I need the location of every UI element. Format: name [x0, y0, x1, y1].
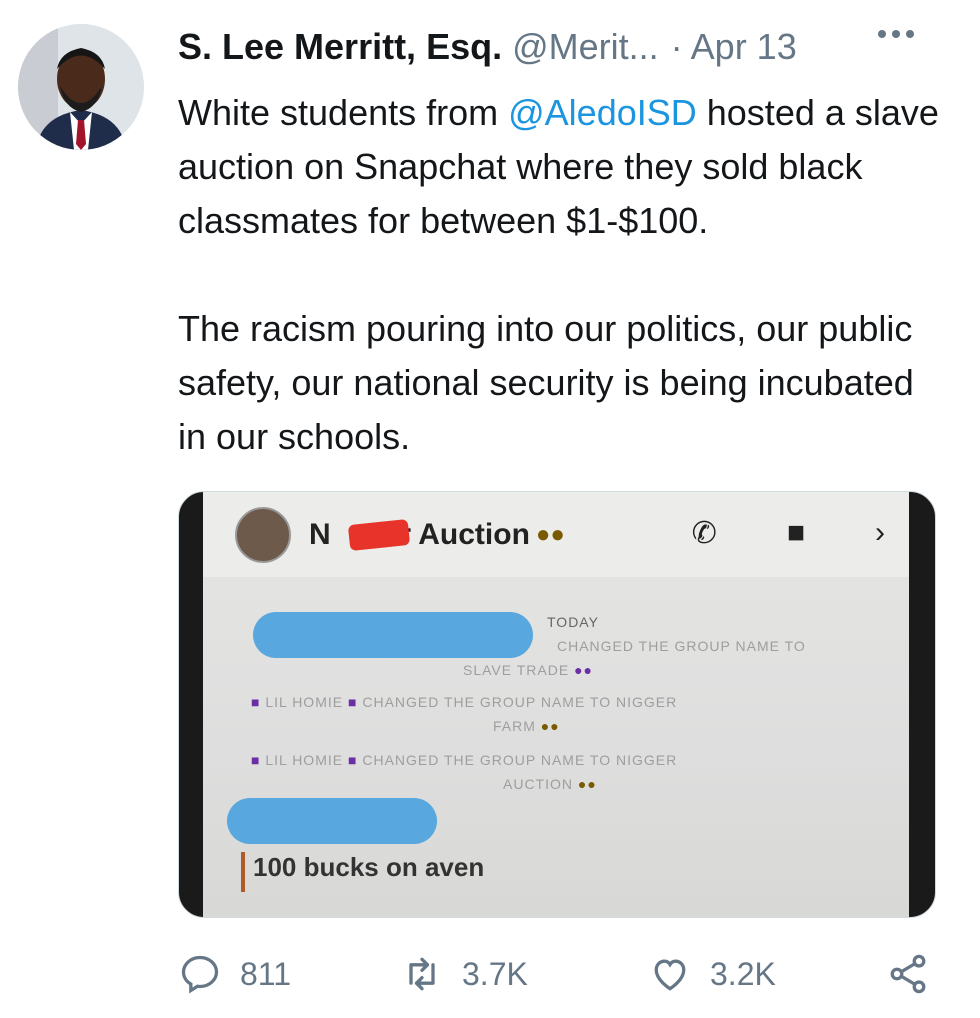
- retweet-count: 3.7K: [462, 955, 528, 992]
- redaction-mark: [347, 518, 411, 551]
- tweet-text-segment: White students from: [178, 92, 509, 133]
- tweet-media-image[interactable]: Ner Auction ●● ✆ ■ › TODAY CHANGED THE G…: [178, 491, 936, 918]
- chat-avatar: [235, 506, 291, 563]
- system-notice: AUCTION ●●: [503, 776, 597, 792]
- emoji-icon: ■: [347, 694, 358, 710]
- emoji-icon: ■: [251, 694, 261, 710]
- more-dot: [878, 30, 886, 38]
- emoji-icon: ■: [251, 752, 261, 768]
- heart-icon: [654, 959, 686, 991]
- share-button[interactable]: [886, 950, 930, 998]
- more-icon[interactable]: [878, 30, 914, 38]
- redaction-bar: [253, 612, 533, 658]
- emoji-icon: ●●: [577, 776, 597, 792]
- chat-title-start: N: [309, 517, 331, 551]
- system-notice: SLAVE TRADE ●●: [463, 662, 593, 678]
- tweet-text: White students from @AledoISD hosted a s…: [178, 86, 948, 464]
- message-marker: [241, 852, 245, 892]
- emoji-icon: ●●: [540, 718, 560, 734]
- tweet-paragraph-1: White students from @AledoISD hosted a s…: [178, 86, 948, 248]
- chevron-right-icon: ›: [875, 516, 885, 549]
- tweet-date[interactable]: Apr 13: [691, 26, 797, 68]
- notice-text: LIL HOMIE: [265, 694, 344, 710]
- notice-text: AUCTION: [503, 776, 573, 792]
- notice-text: FARM: [493, 718, 536, 734]
- notice-text: LIL HOMIE: [265, 752, 344, 768]
- notice-text: SLAVE TRADE: [463, 662, 570, 678]
- header-separator: ·: [670, 26, 683, 67]
- notice-text: CHANGED THE GROUP NAME TO NIGGER: [362, 752, 678, 768]
- mention-link[interactable]: @AledoISD: [508, 92, 697, 133]
- tweet-paragraph-2: The racism pouring into our politics, ou…: [178, 308, 914, 457]
- like-button[interactable]: 3.2K: [648, 950, 776, 998]
- emoji-icon: ●●: [535, 520, 565, 548]
- author-handle[interactable]: @Merit...: [512, 26, 659, 68]
- system-notice: ■ LIL HOMIE ■ CHANGED THE GROUP NAME TO …: [251, 694, 677, 710]
- retweet-icon: [409, 957, 435, 991]
- day-label: TODAY: [547, 614, 599, 630]
- emoji-icon: ■: [347, 752, 358, 768]
- reply-count: 811: [240, 955, 292, 992]
- redaction-bar: [227, 798, 437, 844]
- chat-header: Ner Auction ●● ✆ ■ ›: [203, 492, 909, 577]
- emoji-icon: ●●: [574, 662, 593, 678]
- chat-message: 100 bucks on aven: [253, 852, 485, 882]
- tweet-header: S. Lee Merritt, Esq. @Merit... · Apr 13: [178, 22, 958, 72]
- snapchat-screenshot: Ner Auction ●● ✆ ■ › TODAY CHANGED THE G…: [203, 492, 909, 917]
- author-avatar[interactable]: [18, 24, 144, 150]
- notice-text: CHANGED THE GROUP NAME TO NIGGER: [362, 694, 678, 710]
- chat-title: Ner Auction: [309, 518, 530, 552]
- system-notice: ■ LIL HOMIE ■ CHANGED THE GROUP NAME TO …: [251, 752, 677, 768]
- system-notice: CHANGED THE GROUP NAME TO: [557, 638, 806, 654]
- chat-actions: ✆ ■ ›: [692, 516, 885, 551]
- reply-button[interactable]: 811: [178, 950, 291, 998]
- reply-icon: [181, 955, 219, 994]
- more-dot: [906, 30, 914, 38]
- retweet-button[interactable]: 3.7K: [400, 950, 528, 998]
- phone-icon: ✆: [691, 517, 717, 550]
- author-name[interactable]: S. Lee Merritt, Esq.: [178, 26, 502, 68]
- more-dot: [892, 30, 900, 38]
- share-icon: [890, 954, 926, 994]
- tweet-actions: 811 3.7K 3.2K: [178, 950, 958, 998]
- system-notice: FARM ●●: [493, 718, 560, 734]
- like-count: 3.2K: [710, 955, 776, 992]
- video-icon: ■: [786, 516, 805, 549]
